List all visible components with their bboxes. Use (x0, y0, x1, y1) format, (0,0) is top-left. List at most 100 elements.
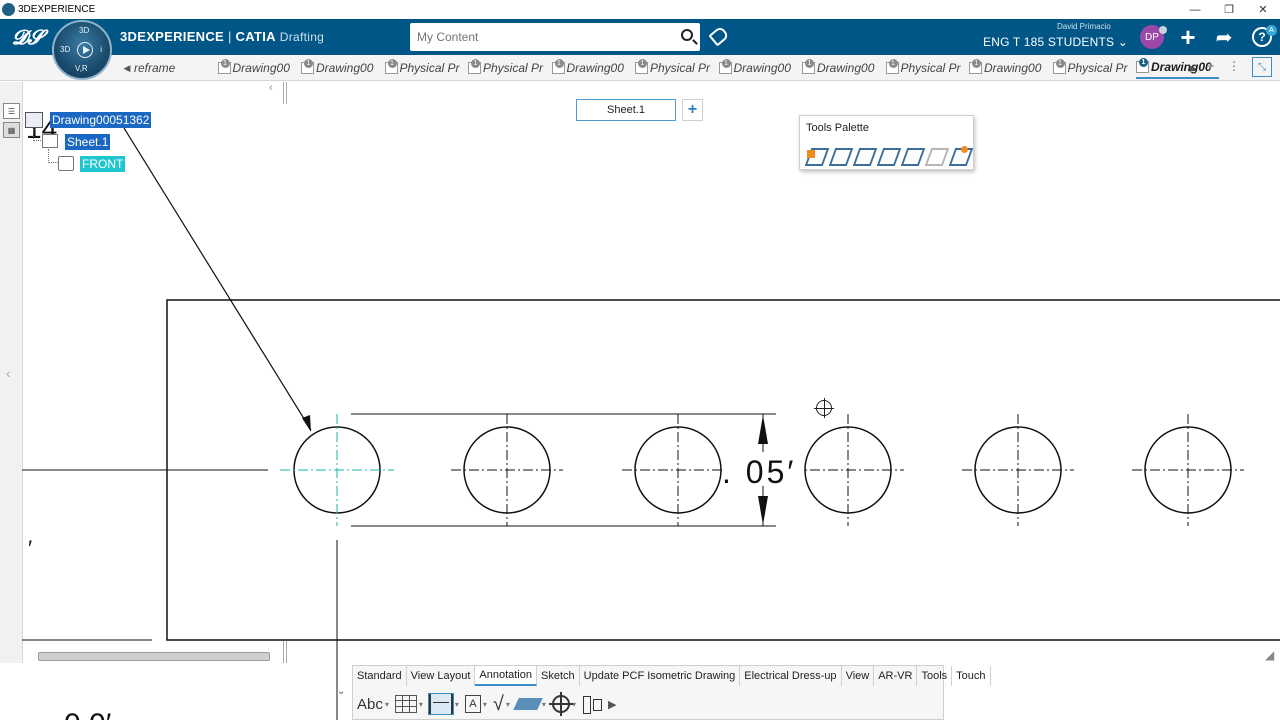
tab-badge: 1 (1055, 59, 1065, 68)
document-tab-icon: 1 (1052, 59, 1066, 74)
collab-space-selector[interactable]: ENG T 185 STUDENTS ⌄ (983, 35, 1128, 49)
dimension-tool-button[interactable]: ▾ (427, 692, 459, 716)
action-tab[interactable]: View Layout (407, 666, 476, 686)
align-icon (582, 694, 602, 714)
box-tool-icon[interactable] (926, 146, 944, 164)
align-tool-button[interactable] (582, 692, 602, 716)
plane-tool-icon[interactable] (902, 146, 920, 164)
tab-badge: 1 (387, 59, 397, 68)
fullscreen-icon[interactable]: ⤡ (1252, 57, 1272, 77)
document-tab-icon: 1 (718, 59, 732, 74)
chevron-down-icon[interactable]: ▾ (506, 700, 510, 709)
tree-horizontal-scrollbar[interactable] (38, 652, 270, 661)
panel-splitter[interactable] (283, 82, 287, 104)
more-icon[interactable]: ⋮ (1228, 59, 1240, 73)
document-tab-label: Physical Pr (399, 61, 460, 75)
tab-scroll-left-icon[interactable]: ◀ (120, 60, 134, 76)
document-tab-label: Drawing00 (316, 61, 374, 75)
action-tab[interactable]: Sketch (537, 666, 580, 686)
action-tab[interactable]: View (842, 666, 875, 686)
resize-grip-icon[interactable]: ◢ (1265, 648, 1274, 662)
tree-toggle-icon[interactable]: ☰ (3, 103, 20, 119)
document-tab[interactable]: 1 Drawing00 (551, 57, 635, 79)
sheet-tab[interactable]: Sheet.1 (576, 99, 676, 121)
restore-button[interactable]: ❐ (1212, 0, 1246, 19)
dimension-text-background (724, 452, 802, 486)
document-tab[interactable]: 1 Physical Pr (1052, 57, 1136, 79)
chevron-down-icon[interactable]: ▾ (419, 700, 423, 709)
offset-tool-icon[interactable] (878, 146, 896, 164)
tools-palette-title: Tools Palette (806, 122, 869, 134)
more-tools-icon[interactable]: ▶ (608, 692, 616, 716)
sheet-icon[interactable] (42, 134, 58, 148)
dimension-arrow-bottom (758, 496, 768, 525)
hole-2 (451, 414, 563, 526)
tree-item-drawing[interactable]: Drawing00051362 (50, 112, 152, 128)
action-tab[interactable]: Tools (917, 666, 953, 686)
tag-icon[interactable] (708, 25, 730, 47)
document-tab[interactable]: 1 Drawing00 (969, 57, 1052, 79)
brand-app: CATIA (235, 29, 276, 44)
add-sheet-button[interactable]: + (682, 99, 703, 121)
tab-scroll-right-icon[interactable]: ▶ (1186, 60, 1200, 76)
front-view-icon[interactable] (58, 156, 74, 171)
compass-widget[interactable]: 3D 3D i V,R (52, 20, 112, 80)
chevron-down-icon[interactable]: ▾ (542, 700, 546, 709)
document-tab-label: Drawing00 (1151, 60, 1212, 74)
hole-5 (962, 414, 1074, 526)
search-icon[interactable] (681, 29, 693, 41)
actionbar-collapse-icon[interactable]: ⌄ (337, 686, 345, 697)
document-tab-icon: 1 (635, 59, 648, 74)
brand-separator: | (224, 29, 236, 44)
sheet-toggle-icon[interactable]: ▦ (3, 122, 20, 138)
document-tab[interactable]: reframe (134, 57, 217, 79)
plus-icon[interactable]: + (1174, 22, 1202, 52)
document-tab[interactable]: 1 Drawing00 (718, 57, 802, 79)
chevron-down-icon[interactable]: ▾ (385, 700, 389, 709)
drawing-icon[interactable] (25, 112, 43, 128)
center-mark-tool-button[interactable]: ▾ (548, 692, 576, 716)
tree-item-front-view[interactable]: FRONT (80, 156, 126, 172)
profile-tool-icon[interactable] (806, 146, 824, 164)
document-tab[interactable]: 1 Physical Pr (635, 57, 718, 79)
text-tool-button[interactable]: Abc ▾ (357, 692, 389, 716)
play-icon[interactable] (77, 42, 93, 58)
center-mark-icon (548, 692, 573, 716)
action-tab[interactable]: Electrical Dress-up (740, 666, 842, 686)
action-tab[interactable]: Update PCF Isometric Drawing (580, 666, 741, 686)
dassault-logo-icon[interactable]: 𝓓𝓢 (12, 25, 43, 49)
tree-item-sheet[interactable]: Sheet.1 (65, 134, 111, 150)
document-tab[interactable]: 1 Drawing00 (301, 57, 384, 79)
document-tab[interactable]: 1 Physical Pr (468, 57, 551, 79)
angle-tool-icon[interactable] (854, 146, 872, 164)
search-box (410, 23, 700, 51)
brand-app-sub: Drafting (279, 30, 325, 44)
text-frame-tool-button[interactable]: A ▾ (464, 692, 487, 716)
chevron-left-icon[interactable]: ‹ (6, 365, 11, 381)
panel-splitter-bottom[interactable] (283, 641, 287, 663)
chevron-down-icon[interactable]: ▾ (483, 700, 487, 709)
area-fill-tool-button[interactable]: ▾ (513, 692, 546, 716)
action-tab[interactable]: Annotation (475, 666, 537, 686)
search-input[interactable] (410, 23, 660, 51)
chevron-down-icon[interactable]: ▾ (455, 700, 459, 709)
document-tab[interactable]: 1 Drawing00 (217, 57, 301, 79)
document-tabbar: ◀ reframe 1 Drawing00 1 Drawing00 1 Physical P… (0, 55, 1280, 81)
view-frame (166, 299, 1280, 641)
action-tab[interactable]: Touch (952, 666, 991, 686)
table-tool-button[interactable]: ▾ (394, 692, 423, 716)
point-tool-icon[interactable] (950, 146, 968, 164)
roughness-tool-button[interactable]: √ ▾ (493, 692, 510, 716)
document-tab-label: Drawing00 (232, 61, 290, 75)
minimize-button[interactable]: — (1178, 0, 1212, 19)
document-tab[interactable]: 1 Drawing00 (802, 57, 885, 79)
document-tab[interactable]: 1 Physical Pr (384, 57, 468, 79)
tree-collapse-icon[interactable]: ‹ (269, 82, 273, 94)
close-button[interactable]: ✕ (1246, 0, 1280, 19)
add-tab-icon[interactable]: + (1206, 58, 1215, 75)
document-tab[interactable]: 1 Physical Pr (885, 57, 969, 79)
action-tab[interactable]: Standard (353, 666, 407, 686)
action-tab[interactable]: AR-VR (874, 666, 918, 686)
line-tool-icon[interactable] (830, 146, 848, 164)
share-icon[interactable]: ➦ (1210, 22, 1238, 52)
